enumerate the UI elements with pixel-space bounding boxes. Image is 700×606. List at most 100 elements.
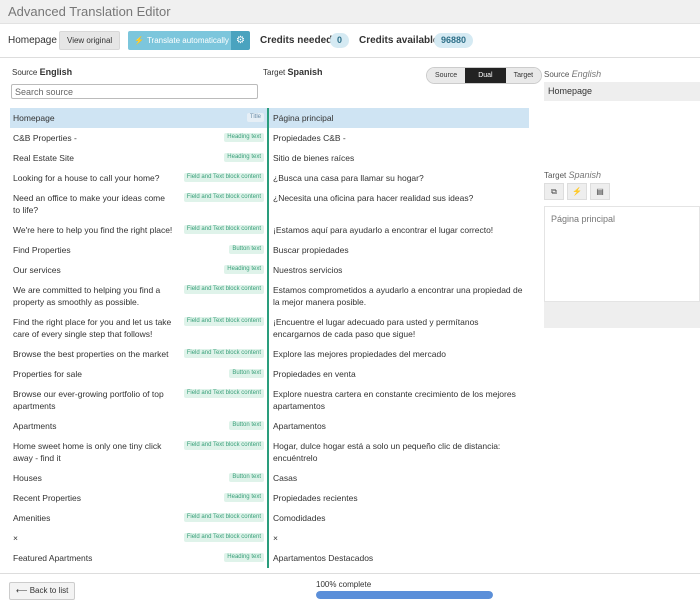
segment-row[interactable]: Find Properties Button text Buscar propied… [10, 240, 529, 260]
segment-row[interactable]: Amenities Field and Text block content Com… [10, 508, 529, 528]
source-cell[interactable]: We are committed to helping you find a p… [10, 280, 267, 312]
segment-row[interactable]: Featured Apartments Heading text Apartamen… [10, 548, 529, 568]
source-cell[interactable]: Browse the best properties on the market… [10, 344, 267, 364]
segment-row[interactable]: Homepage Title Página principal [10, 108, 529, 128]
target-cell[interactable]: Apartamentos Destacados [267, 548, 529, 568]
segment-row[interactable]: We're here to help you find the right pl… [10, 220, 529, 240]
segment-row[interactable]: Browse the best properties on the market… [10, 344, 529, 364]
segment-row[interactable]: We are committed to helping you find a p… [10, 280, 529, 312]
source-cell[interactable]: Our services Heading text [10, 260, 267, 280]
credits-needed-label: Credits needed [260, 35, 333, 46]
segment-type-badge: Button text [229, 421, 264, 430]
source-cell[interactable]: Featured Apartments Heading text [10, 548, 267, 568]
segment-type-badge: Field and Text block content [183, 389, 264, 398]
target-cell[interactable]: Página principal [267, 108, 529, 128]
segment-row[interactable]: C&B Properties - Heading text Propiedades … [10, 128, 529, 148]
target-cell[interactable]: ¡Estamos aquí para ayudarlo a encontrar … [267, 220, 529, 240]
source-cell[interactable]: Home sweet home is only one tiny click a… [10, 436, 267, 468]
target-cell[interactable]: Comodidades [267, 508, 529, 528]
book-icon[interactable]: ▤ [590, 183, 610, 200]
source-column-header: Source English [12, 67, 72, 77]
segment-row[interactable]: Real Estate Site Heading text Sitio de bie… [10, 148, 529, 168]
view-mode-target[interactable]: Target [505, 68, 542, 83]
credits-available-label: Credits available [359, 35, 439, 46]
segment-row[interactable]: Properties for sale Button text Propiedade… [10, 364, 529, 384]
source-cell[interactable]: Apartments Button text [10, 416, 267, 436]
segment-row[interactable]: Recent Properties Heading text Propiedades… [10, 488, 529, 508]
back-to-list-button[interactable]: ⟵ Back to list [9, 582, 76, 600]
source-text: Homepage [13, 113, 55, 123]
target-cell[interactable]: Nuestros servicios [267, 260, 529, 280]
segment-type-badge: Field and Text block content [183, 285, 264, 294]
gear-icon[interactable]: ⚙ [231, 31, 250, 50]
target-column-header: Target Spanish [263, 67, 322, 77]
side-target-label: Target [544, 171, 567, 180]
view-original-button[interactable]: View original [59, 31, 121, 50]
source-cell[interactable]: Need an office to make your ideas come t… [10, 188, 267, 220]
target-cell[interactable]: Estamos comprometidos a ayudarlo a encon… [267, 280, 529, 312]
source-cell[interactable]: C&B Properties - Heading text [10, 128, 267, 148]
title-bar: Advanced Translation Editor [0, 0, 700, 24]
app-title: Advanced Translation Editor [8, 4, 171, 19]
segment-row[interactable]: × Field and Text block content × [10, 528, 529, 548]
segment-type-badge: Heading text [224, 133, 264, 142]
target-editor[interactable]: Página principal [544, 206, 700, 302]
target-cell[interactable]: Hogar, dulce hogar está a solo un pequeñ… [267, 436, 529, 468]
segment-row[interactable]: Browse our ever-growing portfolio of top… [10, 384, 529, 416]
target-cell[interactable]: Explore las mejores propiedades del merc… [267, 344, 529, 364]
source-cell[interactable]: Looking for a house to call your home? Fi… [10, 168, 267, 188]
target-cell[interactable]: Buscar propiedades [267, 240, 529, 260]
side-source-label: Source [544, 70, 570, 79]
source-cell[interactable]: Real Estate Site Heading text [10, 148, 267, 168]
target-cell[interactable]: Propiedades en venta [267, 364, 529, 384]
search-input[interactable] [11, 84, 258, 99]
source-cell[interactable]: Amenities Field and Text block content [10, 508, 267, 528]
segment-type-badge: Heading text [224, 553, 264, 562]
target-cell[interactable]: Explore nuestra cartera en constante cre… [267, 384, 529, 416]
translate-automatically-label: Translate automatically [146, 36, 229, 45]
target-language: Spanish [287, 67, 323, 77]
segment-type-badge: Field and Text block content [183, 317, 264, 326]
segment-row[interactable]: Find the right place for you and let us … [10, 312, 529, 344]
bolt-icon[interactable]: ⚡ [567, 183, 587, 200]
translate-automatically-button[interactable]: ⚡ Translate automatically [128, 31, 231, 50]
target-cell[interactable]: ¿Necesita una oficina para hacer realida… [267, 188, 529, 220]
toolbar: Homepage View original ⚡ Translate automa… [0, 24, 700, 58]
segment-type-badge: Field and Text block content [183, 225, 264, 234]
segment-row[interactable]: Houses Button text Casas [10, 468, 529, 488]
side-target-header: Target Spanish [544, 170, 601, 180]
segment-type-badge: Field and Text block content [183, 349, 264, 358]
view-mode-source[interactable]: Source [427, 68, 466, 83]
segment-row[interactable]: Home sweet home is only one tiny click a… [10, 436, 529, 468]
segment-row[interactable]: Looking for a house to call your home? Fi… [10, 168, 529, 188]
source-cell[interactable]: Find the right place for you and let us … [10, 312, 267, 344]
footer: ⟵ Back to list 100% complete [0, 573, 700, 606]
source-cell[interactable]: Homepage Title [10, 108, 267, 128]
segment-type-badge: Field and Text block content [183, 513, 264, 522]
source-cell[interactable]: Recent Properties Heading text [10, 488, 267, 508]
source-cell[interactable]: Houses Button text [10, 468, 267, 488]
view-mode-dual[interactable]: Dual [465, 68, 506, 83]
source-text: Houses [13, 473, 42, 483]
segment-type-badge: Heading text [224, 493, 264, 502]
editor-footer [544, 302, 700, 328]
target-cell[interactable]: Propiedades recientes [267, 488, 529, 508]
target-cell[interactable]: ¡Encuentre el lugar adecuado para usted … [267, 312, 529, 344]
segment-type-badge: Button text [229, 369, 264, 378]
copy-icon[interactable]: ⧉ [544, 183, 564, 200]
target-cell[interactable]: ¿Busca una casa para llamar su hogar? [267, 168, 529, 188]
source-cell[interactable]: We're here to help you find the right pl… [10, 220, 267, 240]
source-cell[interactable]: Find Properties Button text [10, 240, 267, 260]
segment-row[interactable]: Our services Heading text Nuestros servici… [10, 260, 529, 280]
target-cell[interactable]: Apartamentos [267, 416, 529, 436]
source-cell[interactable]: × Field and Text block content [10, 528, 267, 548]
target-cell[interactable]: Sitio de bienes raíces [267, 148, 529, 168]
target-cell[interactable]: Casas [267, 468, 529, 488]
source-cell[interactable]: Properties for sale Button text [10, 364, 267, 384]
segment-row[interactable]: Need an office to make your ideas come t… [10, 188, 529, 220]
source-cell[interactable]: Browse our ever-growing portfolio of top… [10, 384, 267, 416]
segment-row[interactable]: Apartments Button text Apartamentos [10, 416, 529, 436]
side-source-header: Source English [544, 69, 601, 79]
target-cell[interactable]: × [267, 528, 529, 548]
target-cell[interactable]: Propiedades C&B - [267, 128, 529, 148]
